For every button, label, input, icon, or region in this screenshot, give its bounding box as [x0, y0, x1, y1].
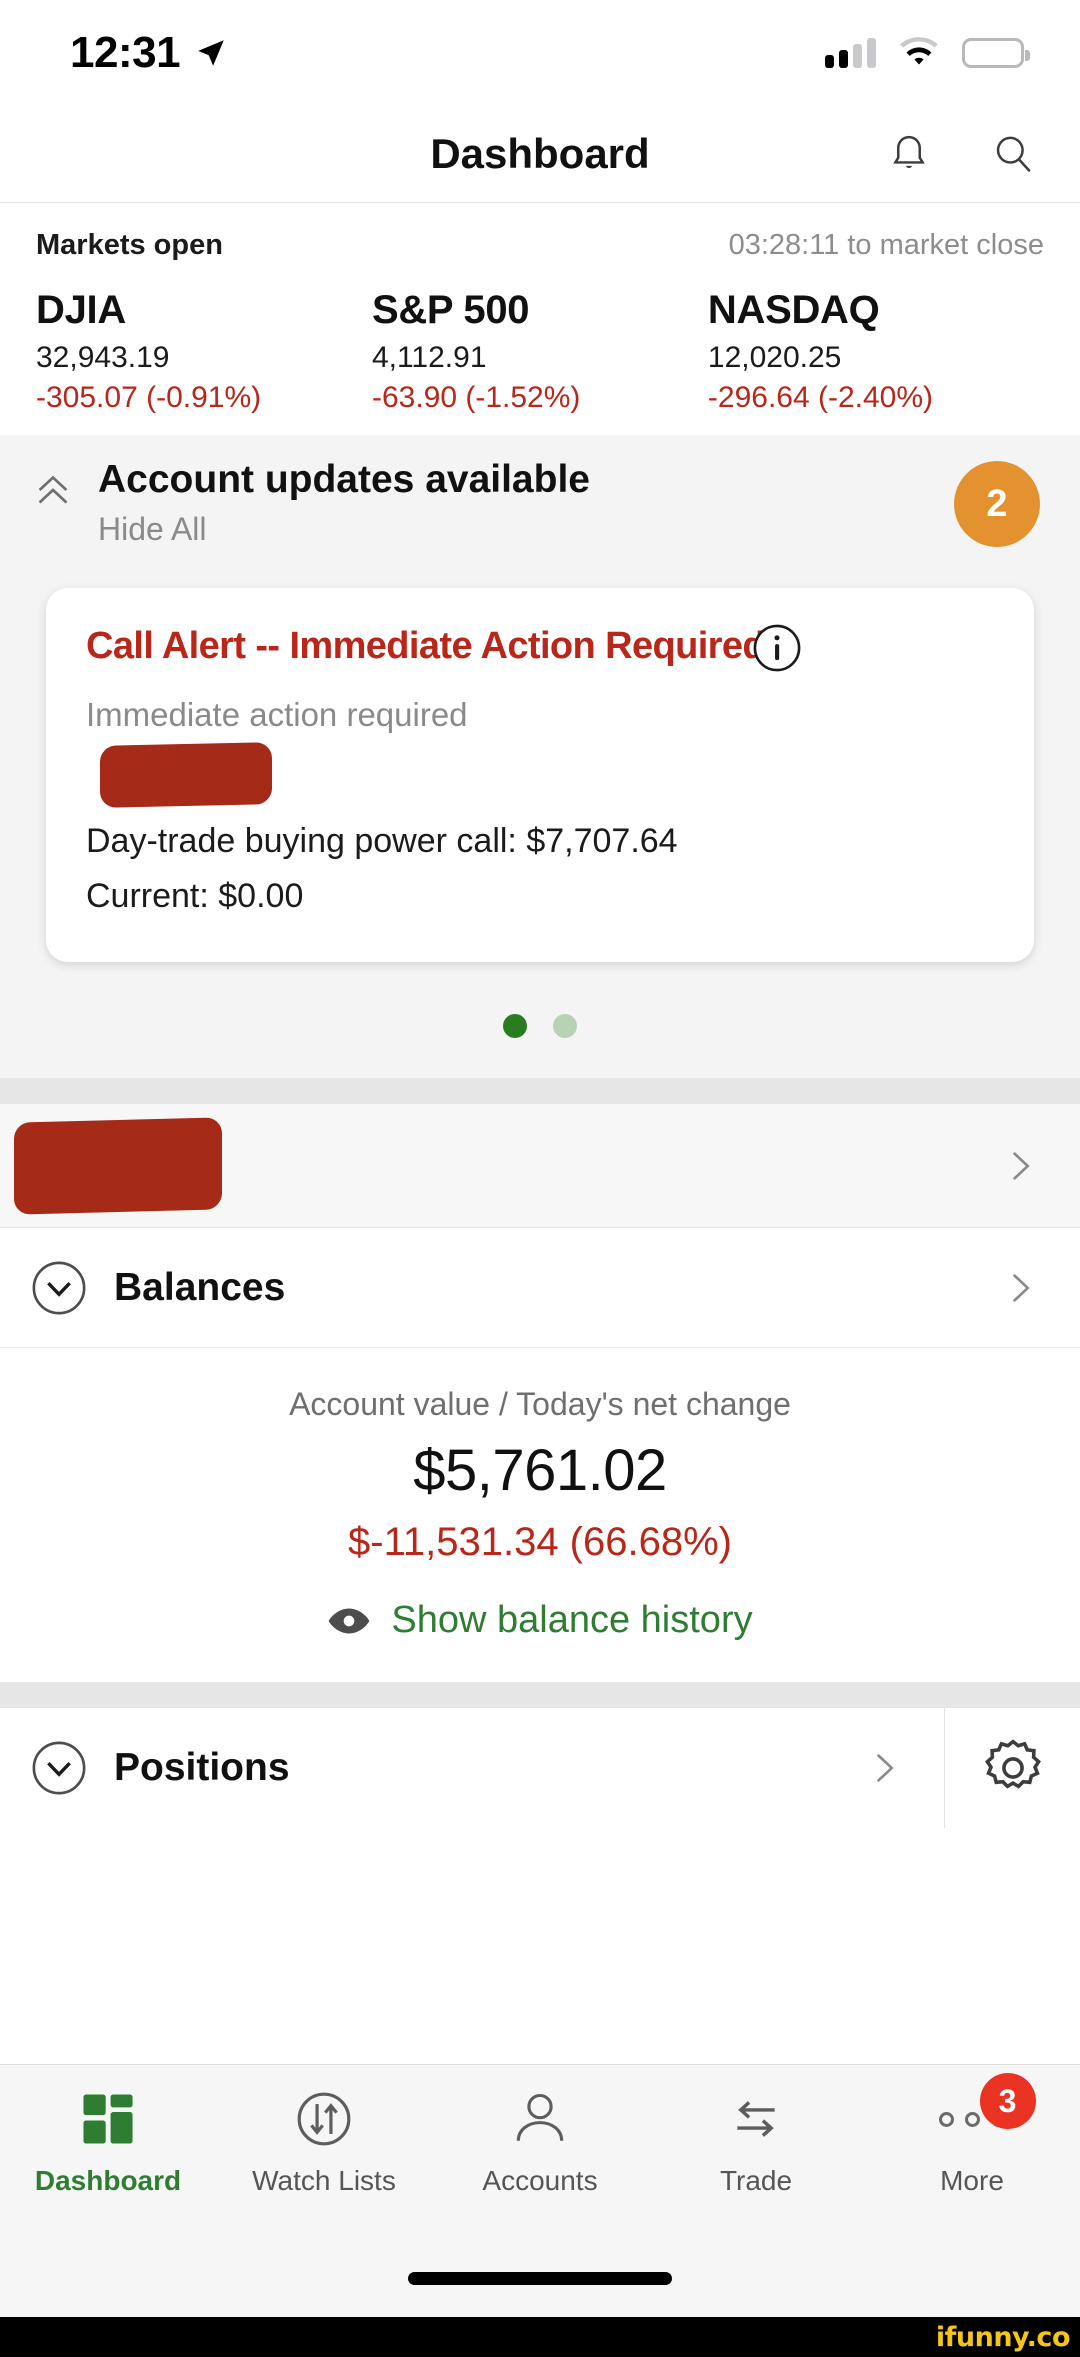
index-change: -296.64 (-2.40%) [707, 381, 934, 414]
positions-settings-button[interactable] [944, 1708, 1080, 1829]
index-item-djia[interactable]: DJIA 32,943.19 -305.07 (-0.91%) [36, 288, 372, 415]
section-spacer-2 [0, 1682, 1080, 1709]
header-actions [886, 131, 1036, 177]
status-bar-right [825, 36, 1030, 69]
tab-label-accounts: Accounts [482, 2165, 598, 2196]
tab-trade[interactable]: Trade [648, 2087, 864, 2197]
tab-label-trade: Trade [719, 2165, 793, 2196]
index-name: NASDAQ [707, 288, 880, 332]
chevron-double-up-icon[interactable] [30, 467, 76, 513]
positions-section-header[interactable]: Positions [0, 1708, 1080, 1829]
bell-icon[interactable] [886, 131, 932, 177]
carousel-dot-1[interactable] [503, 1014, 527, 1039]
alert-carousel: Call Alert -- Immediate Action Required … [0, 566, 1080, 1079]
index-list: DJIA 32,943.19 -305.07 (-0.91%) S&P 500 … [36, 288, 1044, 415]
index-change: -63.90 (-1.52%) [371, 381, 581, 414]
status-bar: 12:31 [0, 0, 1080, 105]
section-spacer [0, 1078, 1080, 1105]
tab-dashboard[interactable]: Dashboard [0, 2087, 216, 2197]
show-balance-history-button[interactable]: Show balance history [0, 1599, 1080, 1642]
positions-section: Positions [0, 1708, 1080, 2064]
index-value: 32,943.19 [36, 341, 170, 374]
positions-label: Positions [114, 1746, 290, 1790]
call-alert-card[interactable]: Call Alert -- Immediate Action Required … [46, 588, 1034, 963]
location-arrow-icon [198, 39, 224, 66]
home-indicator-area [0, 2239, 1080, 2317]
info-circle-icon[interactable] [751, 622, 803, 674]
balance-summary: Account value / Today's net change $5,76… [0, 1348, 1080, 1683]
carousel-dot-2[interactable] [553, 1014, 577, 1039]
index-name: S&P 500 [371, 288, 530, 332]
ellipsis-icon: 3 [938, 2073, 1036, 2151]
alert-title-row: Call Alert -- Immediate Action Required [86, 624, 994, 674]
tab-accounts[interactable]: Accounts [432, 2087, 648, 2197]
home-indicator[interactable] [408, 2271, 672, 2285]
carousel-pagination [0, 962, 1080, 1079]
gear-icon [984, 1739, 1041, 1789]
account-selector-row[interactable] [0, 1104, 1080, 1229]
page-title: Dashboard [430, 129, 650, 177]
hide-all-link[interactable]: Hide All [98, 511, 932, 548]
tab-label-more: More [940, 2165, 1004, 2196]
account-updates-title: Account updates available [98, 458, 590, 501]
account-value: $5,761.02 [413, 1438, 667, 1504]
account-updates-banner[interactable]: Account updates available Hide All 2 [0, 435, 1080, 567]
index-change: -305.07 (-0.91%) [36, 381, 262, 414]
circle-arrows-icon [292, 2087, 356, 2151]
status-bar-clock: 12:31 [70, 27, 181, 77]
status-bar-left: 12:31 [70, 28, 228, 78]
show-balance-history-label: Show balance history [391, 1599, 753, 1642]
market-summary: Markets open 03:28:11 to market close DJ… [0, 203, 1080, 435]
index-item-sp500[interactable]: S&P 500 4,112.91 -63.90 (-1.52%) [372, 288, 708, 415]
chevron-right-icon[interactable] [998, 1267, 1040, 1309]
watermark-text: ifunny.co [935, 2321, 1071, 2353]
tab-label-watch-lists: Watch Lists [252, 2165, 396, 2196]
grid-icon [77, 2087, 139, 2151]
index-name: DJIA [36, 288, 126, 332]
market-status-row: Markets open 03:28:11 to market close [36, 229, 1044, 262]
index-item-nasdaq[interactable]: NASDAQ 12,020.25 -296.64 (-2.40%) [708, 288, 1044, 415]
balances-section-header[interactable]: Balances [0, 1228, 1080, 1349]
chevron-right-icon[interactable] [998, 1145, 1040, 1187]
watermark-bar: ifunny.co [0, 2317, 1080, 2357]
app-screen: 12:31 Dashboard Markets open 03:28:11 to… [0, 0, 1080, 2357]
circle-chevron-down-icon[interactable] [30, 1739, 88, 1797]
balance-caption: Account value / Today's net change [289, 1386, 791, 1423]
updates-count-badge: 2 [954, 461, 1040, 547]
transfer-arrows-icon [724, 2087, 788, 2151]
more-badge: 3 [979, 2073, 1036, 2129]
eye-icon [329, 1608, 370, 1633]
circle-chevron-down-icon[interactable] [30, 1259, 88, 1317]
alert-title: Call Alert -- Immediate Action Required [86, 625, 766, 668]
index-value: 4,112.91 [371, 341, 487, 374]
tab-watch-lists[interactable]: Watch Lists [216, 2087, 432, 2197]
wifi-icon [900, 36, 938, 65]
redacted-account-label [100, 742, 272, 808]
tab-more[interactable]: 3 More [864, 2073, 1080, 2197]
account-updates-text: Account updates available Hide All [98, 457, 932, 548]
tab-label-dashboard: Dashboard [34, 2165, 182, 2196]
search-icon[interactable] [990, 131, 1036, 177]
cellular-signal-icon [825, 37, 876, 68]
balances-label: Balances [114, 1265, 286, 1309]
account-net-change: $-11,531.34 (66.68%) [348, 1520, 732, 1565]
battery-icon [962, 37, 1030, 68]
redacted-account-name [14, 1116, 222, 1215]
market-status-label: Markets open [36, 229, 223, 261]
chevron-right-icon[interactable] [862, 1747, 904, 1789]
market-countdown: 03:28:11 to market close [728, 229, 1044, 261]
bottom-tab-bar: Dashboard Watch Lists Accounts Trade 3 M… [0, 2064, 1080, 2239]
index-value: 12,020.25 [707, 341, 842, 374]
alert-subtitle: Immediate action required [86, 696, 468, 734]
alert-call-amount: Day-trade buying power call: $7,707.64 [86, 822, 678, 861]
person-icon [509, 2087, 571, 2151]
alert-current-amount: Current: $0.00 [86, 877, 304, 916]
app-header: Dashboard [0, 105, 1080, 203]
